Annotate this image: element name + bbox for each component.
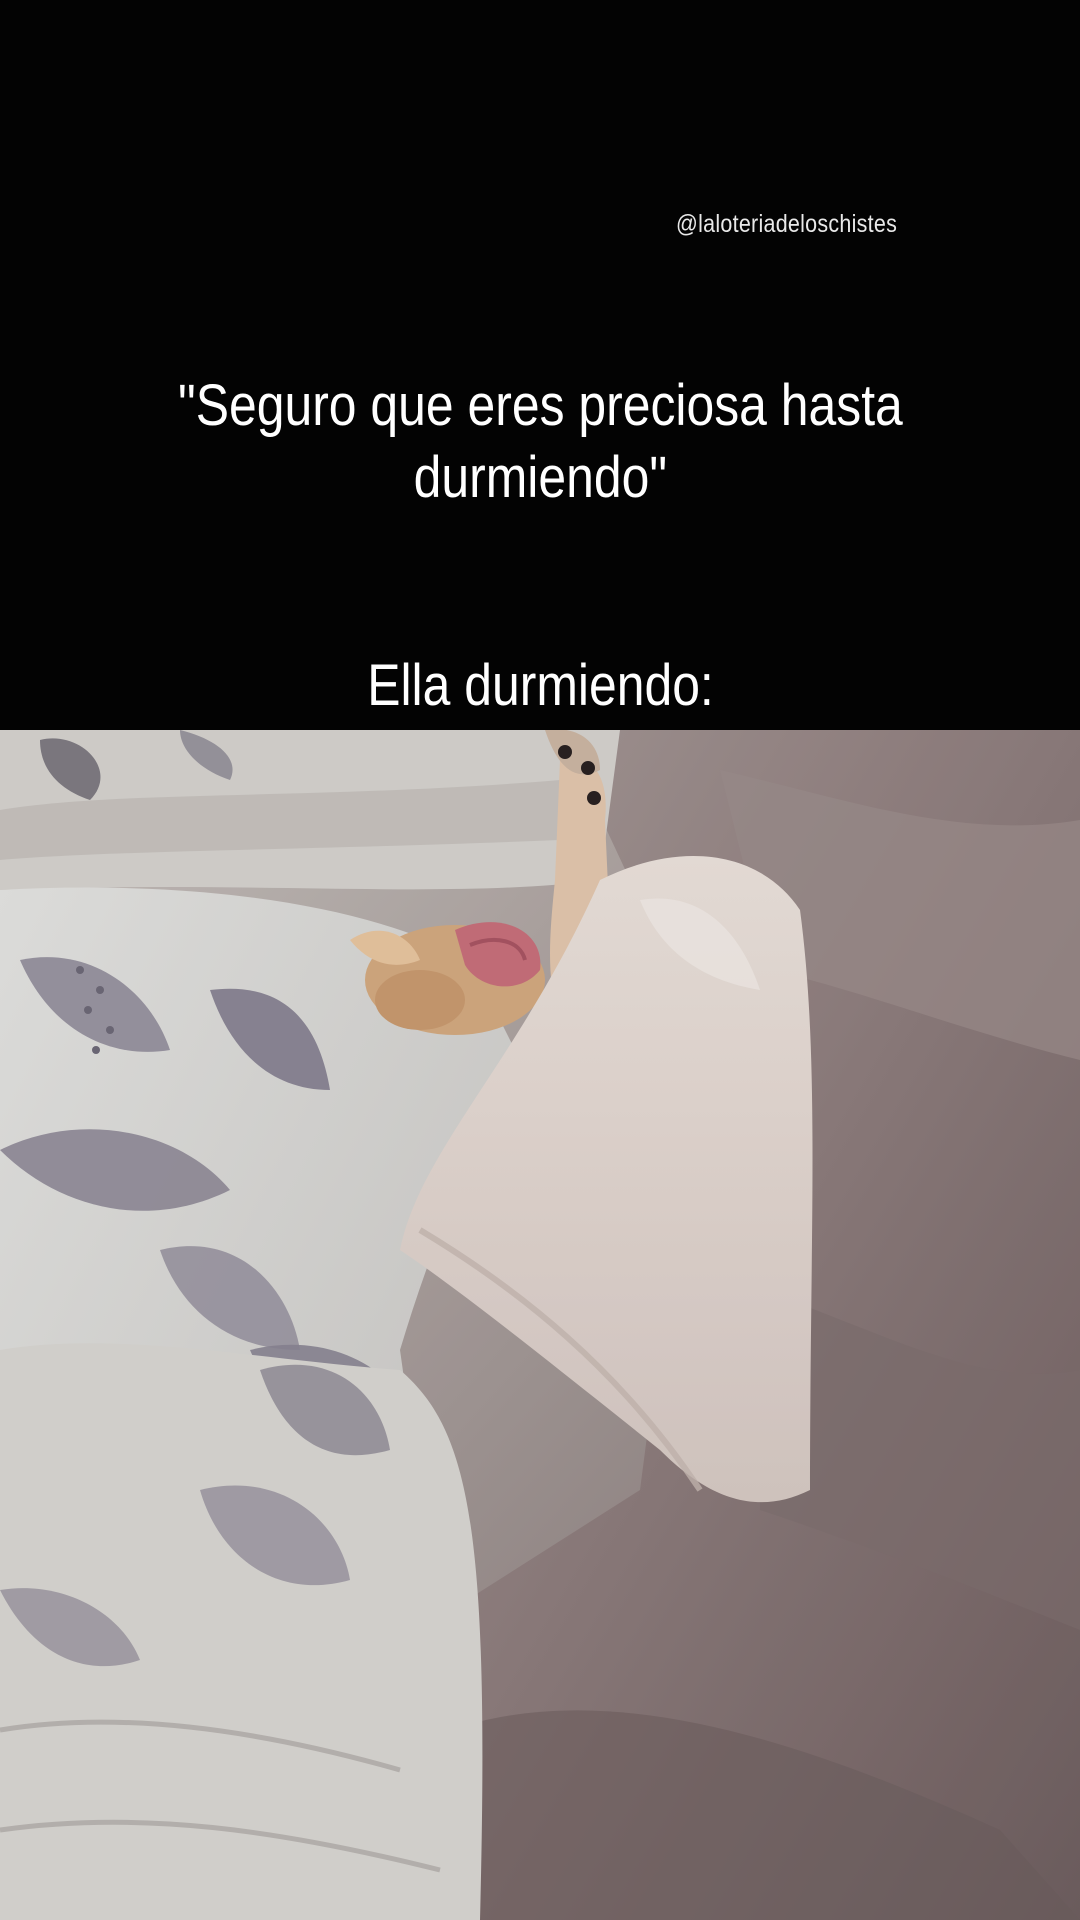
punchline-caption: Ella durmiendo: <box>0 650 1080 722</box>
punchline-text: Ella durmiendo: <box>366 653 714 718</box>
watermark-handle: @laloteriadeloschistes <box>676 210 898 238</box>
caption-area: @laloteriadeloschistes "Seguro que eres … <box>0 0 1080 730</box>
quote-line-1: "Seguro que eres preciosa hasta <box>177 373 903 438</box>
meme-frame: @laloteriadeloschistes "Seguro que eres … <box>0 0 1080 1920</box>
quote-line-2: durmiendo" <box>413 445 667 510</box>
photo-illustration <box>0 730 1080 1920</box>
dog-sleeping-photo <box>0 730 1080 1920</box>
quote-caption: "Seguro que eres preciosa hasta durmiend… <box>60 370 1020 514</box>
